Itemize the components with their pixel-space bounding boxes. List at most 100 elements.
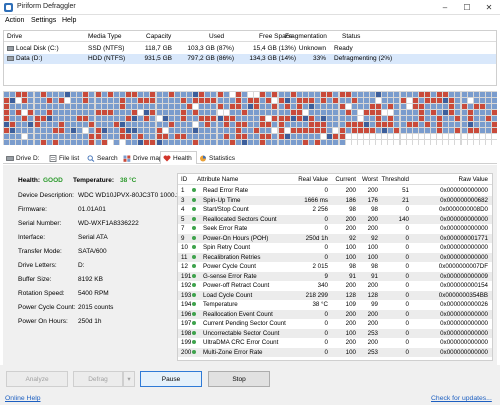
drive-block[interactable]	[126, 110, 131, 115]
drive-block[interactable]	[10, 122, 16, 127]
drive-block[interactable]	[357, 104, 363, 109]
drive-block[interactable]	[77, 116, 83, 121]
drive-block[interactable]	[199, 140, 205, 145]
drive-block[interactable]	[241, 134, 247, 139]
drive-block[interactable]	[418, 128, 424, 133]
drive-block[interactable]	[22, 134, 28, 139]
drive-block[interactable]	[345, 128, 351, 133]
drive-block[interactable]	[339, 92, 345, 97]
drive-block[interactable]	[10, 98, 16, 103]
drive-block[interactable]	[437, 128, 443, 133]
drive-block[interactable]	[339, 128, 345, 133]
drive-block[interactable]	[95, 116, 101, 121]
smart-row[interactable]: 198 Uncorrectable Sector Count 0 100 253 0 0x0…	[178, 328, 492, 338]
drive-block[interactable]	[58, 122, 64, 127]
drive-block[interactable]	[418, 98, 424, 103]
drive-block[interactable]	[461, 134, 467, 139]
drive-block[interactable]	[241, 98, 247, 103]
drive-block[interactable]	[211, 134, 217, 139]
drive-block[interactable]	[296, 116, 302, 121]
drive-block[interactable]	[345, 110, 351, 115]
drive-block[interactable]	[217, 92, 223, 97]
drive-block[interactable]	[138, 116, 144, 121]
analyze-button[interactable]: Analyze	[6, 371, 68, 387]
drive-block[interactable]	[34, 128, 40, 133]
drive-block[interactable]	[266, 134, 272, 139]
drive-block[interactable]	[394, 134, 400, 139]
drive-block[interactable]	[211, 128, 217, 133]
drive-block[interactable]	[132, 134, 138, 139]
drive-block[interactable]	[345, 116, 351, 121]
drive-block[interactable]	[132, 116, 138, 121]
drive-block[interactable]	[150, 110, 156, 115]
drive-block[interactable]	[327, 92, 333, 97]
drive-block[interactable]	[126, 140, 131, 145]
drive-block[interactable]	[174, 140, 180, 145]
drive-block[interactable]	[28, 98, 34, 103]
drive-block[interactable]	[89, 140, 95, 145]
drive-block[interactable]	[321, 98, 327, 103]
drive-block[interactable]	[229, 128, 235, 133]
drive-block[interactable]	[296, 98, 302, 103]
drive-block[interactable]	[101, 140, 107, 145]
smart-row[interactable]: 9 Power-On Hours (POH) 250d 1h 92 92 0 0x00000…	[178, 233, 492, 243]
drive-block[interactable]	[278, 98, 284, 103]
drive-block[interactable]	[40, 134, 46, 139]
drive-block[interactable]	[443, 128, 449, 133]
drive-block[interactable]	[479, 110, 485, 115]
drive-block[interactable]	[266, 140, 272, 145]
drive-block[interactable]	[138, 110, 144, 115]
drive-block[interactable]	[412, 128, 418, 133]
drive-block[interactable]	[168, 122, 174, 127]
drive-block[interactable]	[235, 116, 241, 121]
smart-row[interactable]: 200 Multi-Zone Error Rate 0 100 253 0 0x000000…	[178, 347, 492, 357]
drive-block[interactable]	[144, 128, 150, 133]
drive-block[interactable]	[492, 104, 497, 109]
drive-block[interactable]	[406, 92, 412, 97]
drive-block[interactable]	[168, 98, 174, 103]
drive-block[interactable]	[223, 110, 229, 115]
drive-block[interactable]	[22, 98, 28, 103]
check-updates-link[interactable]: Check for updates...	[431, 395, 492, 402]
smart-row[interactable]: 192 Power-off Retract Count 340 200 200 0 0x00…	[178, 281, 492, 290]
drive-block[interactable]	[4, 104, 9, 109]
drive-block[interactable]	[235, 104, 241, 109]
drive-block[interactable]	[156, 92, 162, 97]
drive-block[interactable]	[418, 104, 424, 109]
tab-search[interactable]: Search	[84, 151, 123, 164]
drive-block[interactable]	[315, 110, 321, 115]
drive-block[interactable]	[113, 128, 119, 133]
drive-block[interactable]	[180, 92, 186, 97]
drive-block[interactable]	[370, 104, 375, 109]
drive-block[interactable]	[199, 134, 205, 139]
drive-block[interactable]	[229, 122, 235, 127]
drive-block[interactable]	[101, 128, 107, 133]
drive-block[interactable]	[150, 128, 156, 133]
drive-block[interactable]	[107, 104, 113, 109]
drive-block[interactable]	[150, 134, 156, 139]
drive-block[interactable]	[351, 134, 357, 139]
drive-block[interactable]	[473, 116, 479, 121]
drive-block[interactable]	[309, 140, 314, 145]
drive-block[interactable]	[113, 98, 119, 103]
drive-block[interactable]	[126, 122, 131, 127]
drive-block[interactable]	[357, 92, 363, 97]
drive-block[interactable]	[290, 122, 296, 127]
drive-block[interactable]	[388, 140, 394, 145]
drive-block[interactable]	[412, 110, 418, 115]
drive-block[interactable]	[241, 110, 247, 115]
drive-block[interactable]	[71, 128, 77, 133]
drive-block[interactable]	[144, 116, 150, 121]
col-current[interactable]: Current	[326, 176, 356, 183]
drive-block[interactable]	[229, 134, 235, 139]
drive-block[interactable]	[180, 140, 186, 145]
drive-block[interactable]	[65, 104, 70, 109]
drive-block[interactable]	[10, 104, 16, 109]
drive-block[interactable]	[357, 116, 363, 121]
drive-block[interactable]	[327, 98, 333, 103]
drive-block[interactable]	[284, 134, 290, 139]
drive-block[interactable]	[156, 140, 162, 145]
drive-block[interactable]	[370, 134, 375, 139]
drive-block[interactable]	[4, 140, 9, 145]
drive-block[interactable]	[77, 122, 83, 127]
